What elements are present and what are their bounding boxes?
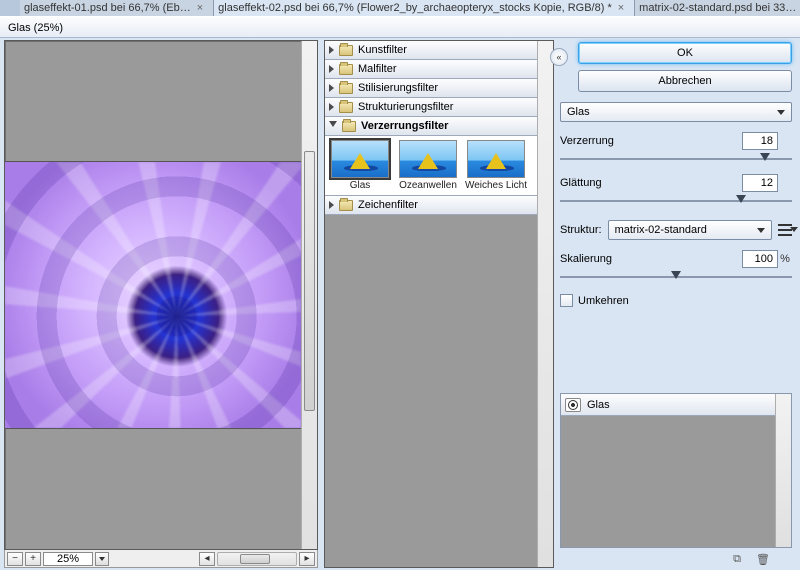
- filter-category-malfilter[interactable]: Malfilter: [325, 60, 537, 79]
- close-icon[interactable]: ×: [197, 0, 203, 16]
- document-tab[interactable]: glaseffekt-01.psd bei 66,7% (Eb…×: [20, 0, 214, 16]
- folder-icon: [339, 64, 353, 75]
- filter-category-verzerrungsfilter[interactable]: Verzerrungsfilter: [325, 117, 537, 136]
- smooth-input[interactable]: 12: [742, 174, 778, 192]
- zoom-level[interactable]: 25%: [43, 552, 93, 566]
- filter-thumb-glas[interactable]: Glas: [327, 140, 393, 195]
- smooth-label: Glättung: [560, 177, 742, 189]
- chevron-down-icon: [757, 228, 765, 233]
- texture-label: Struktur:: [560, 224, 602, 236]
- document-tab[interactable]: matrix-02-standard.psd bei 33…×: [635, 0, 800, 16]
- distortion-slider[interactable]: [560, 154, 792, 164]
- preview-vscrollbar[interactable]: [301, 41, 317, 549]
- folder-icon: [339, 200, 353, 211]
- hscroll-right[interactable]: ▸: [299, 552, 315, 566]
- category-vscrollbar[interactable]: [537, 41, 553, 567]
- scale-label: Skalierung: [560, 253, 742, 265]
- folder-icon: [339, 102, 353, 113]
- document-tab[interactable]: glaseffekt-02.psd bei 66,7% (Flower2_by_…: [214, 0, 635, 16]
- close-icon[interactable]: ×: [618, 0, 624, 16]
- scale-input[interactable]: 100: [742, 250, 778, 268]
- smooth-slider[interactable]: [560, 196, 792, 206]
- invert-checkbox[interactable]: [560, 294, 573, 307]
- filter-select[interactable]: Glas: [560, 102, 792, 122]
- filter-preview[interactable]: [4, 40, 318, 550]
- distortion-input[interactable]: 18: [742, 132, 778, 150]
- chevron-down-icon: [777, 110, 785, 115]
- effect-layers-panel: Glas: [560, 393, 792, 548]
- preview-hscrollbar[interactable]: [217, 552, 297, 566]
- trash-icon[interactable]: 🗑: [756, 552, 770, 566]
- distortion-label: Verzerrung: [560, 135, 742, 147]
- document-tab-bar: glaseffekt-01.psd bei 66,7% (Eb…× glasef…: [0, 0, 800, 16]
- new-effect-layer-icon[interactable]: ⧉: [730, 552, 744, 566]
- preview-toolbar: − + 25% ◂ ▸: [4, 550, 318, 568]
- scale-slider[interactable]: [560, 272, 792, 282]
- zoom-dropdown[interactable]: [95, 552, 109, 566]
- ok-button[interactable]: OK: [578, 42, 792, 64]
- cancel-button[interactable]: Abbrechen: [578, 70, 792, 92]
- filter-category-strukturierungsfilter[interactable]: Strukturierungsfilter: [325, 98, 537, 117]
- folder-icon: [339, 45, 353, 56]
- preview-image: [5, 161, 301, 429]
- effect-layer-row[interactable]: Glas: [561, 394, 775, 416]
- zoom-out-button[interactable]: −: [7, 552, 23, 566]
- filter-category-kunstfilter[interactable]: Kunstfilter: [325, 41, 537, 60]
- layers-vscrollbar[interactable]: [775, 394, 791, 547]
- texture-select[interactable]: matrix-02-standard: [608, 220, 772, 240]
- visibility-icon[interactable]: [565, 398, 581, 412]
- folder-icon: [339, 83, 353, 94]
- collapse-settings-button[interactable]: «: [550, 48, 568, 66]
- dialog-title: Glas (25%): [0, 16, 800, 38]
- filter-thumb-weiches-licht[interactable]: Weiches Licht: [463, 140, 529, 195]
- filter-category-zeichenfilter[interactable]: Zeichenfilter: [325, 196, 537, 215]
- zoom-in-button[interactable]: +: [25, 552, 41, 566]
- filter-thumbnails: Glas Ozeanwellen Weiches Licht: [325, 136, 537, 196]
- invert-label: Umkehren: [578, 295, 629, 307]
- texture-menu-button[interactable]: [778, 224, 792, 236]
- filter-thumb-ozeanwellen[interactable]: Ozeanwellen: [395, 140, 461, 195]
- hscroll-left[interactable]: ◂: [199, 552, 215, 566]
- filter-category-stilisierungsfilter[interactable]: Stilisierungsfilter: [325, 79, 537, 98]
- folder-icon: [342, 121, 356, 132]
